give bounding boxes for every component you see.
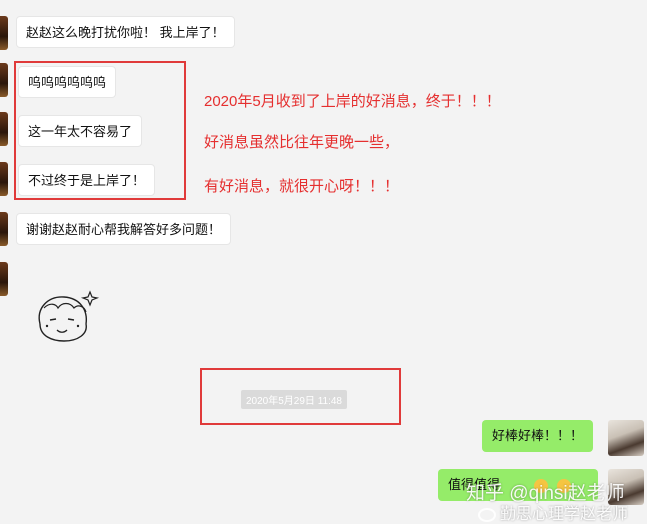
user-avatar[interactable] <box>608 420 644 456</box>
message-bubble-left[interactable]: 谢谢赵赵耐心帮我解答好多问题！ <box>16 213 232 245</box>
contact-avatar[interactable] <box>0 162 8 196</box>
contact-avatar[interactable] <box>0 16 8 50</box>
contact-avatar[interactable] <box>0 262 8 296</box>
cartoon-girl-sticker-icon <box>38 290 100 342</box>
highlight-box <box>14 61 186 200</box>
sticker-image[interactable] <box>30 286 100 346</box>
annotation-line: 2020年5月收到了上岸的好消息，终于！！！ <box>204 93 501 110</box>
contact-avatar[interactable] <box>0 112 8 146</box>
message-bubble-left[interactable]: 赵赵这么晚打扰你啦！ 我上岸了！ <box>16 16 235 48</box>
annotation-line: 好消息虽然比往年更晚一些， <box>204 134 400 151</box>
weibo-icon <box>478 507 496 522</box>
watermark-text: 勤思心理学赵老师 <box>478 500 628 524</box>
message-bubble-right[interactable]: 好棒好棒！！！ <box>482 420 594 452</box>
message-timestamp: 2020年5月29日 11:48 <box>241 390 347 409</box>
watermark-label: 勤思心理学赵老师 <box>500 506 629 523</box>
contact-avatar[interactable] <box>0 212 8 246</box>
contact-avatar[interactable] <box>0 63 8 97</box>
annotation-line: 有好消息，就很开心呀！！！ <box>204 178 400 195</box>
